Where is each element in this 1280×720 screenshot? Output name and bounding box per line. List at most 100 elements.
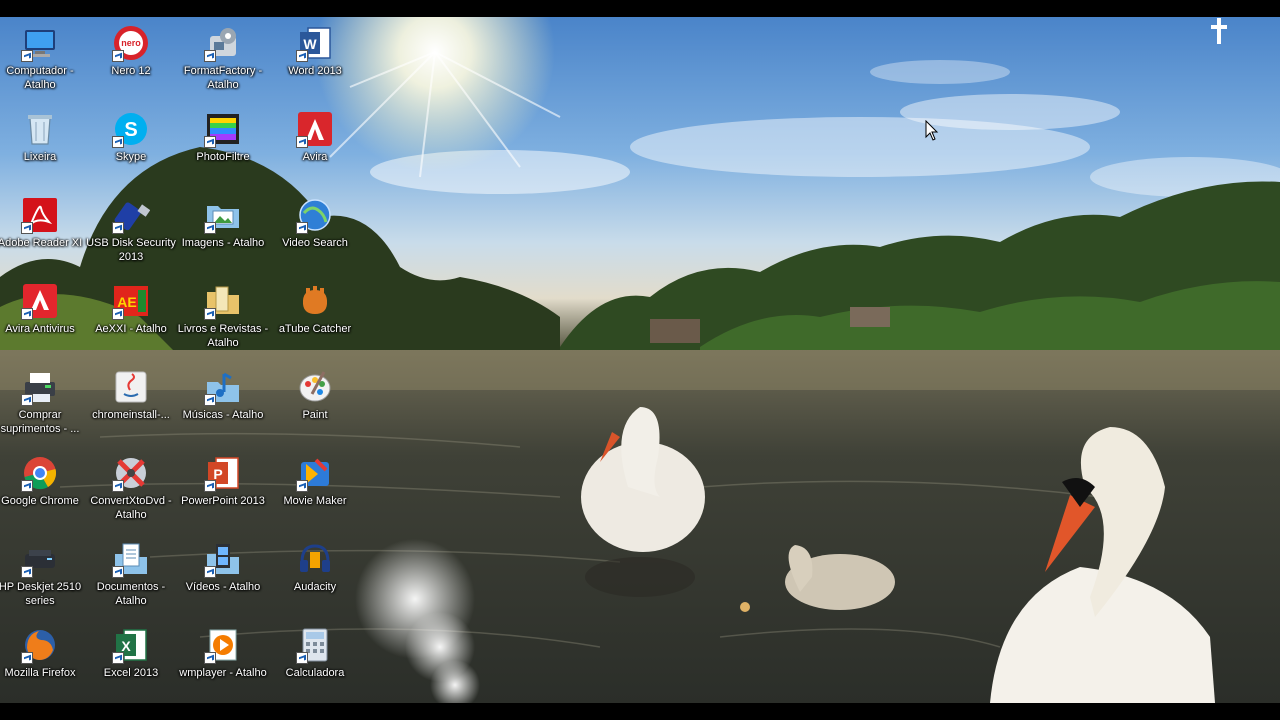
- recycle-bin-icon: [21, 110, 59, 148]
- desktop-icon-formatfactory[interactable]: FormatFactory - Atalho: [177, 24, 269, 92]
- folder-icon: [204, 282, 242, 320]
- desktop-icon-avira[interactable]: Avira: [269, 110, 361, 164]
- desktop-icon-label: Imagens - Atalho: [181, 237, 265, 249]
- desktop[interactable]: Computador - Atalho nero Nero 12 FormatF…: [0, 17, 1280, 703]
- desktop-icon-musicas[interactable]: Músicas - Atalho: [177, 368, 269, 422]
- desktop-icon-label: Comprar suprimentos - ...: [0, 409, 80, 435]
- svg-text:nero: nero: [121, 38, 141, 48]
- desktop-icon-aexxi[interactable]: AE AeXXI - Atalho: [85, 282, 177, 336]
- wmplayer-icon: [204, 626, 242, 664]
- svg-text:S: S: [124, 119, 137, 141]
- excel-icon: X: [112, 626, 150, 664]
- desktop-icon-label: USB Disk Security 2013: [86, 237, 176, 263]
- nero-icon: nero: [112, 24, 150, 62]
- convertxtodvd-icon: [112, 454, 150, 492]
- desktop-icon-label: Mozilla Firefox: [4, 667, 76, 679]
- videos-folder-icon: [204, 540, 242, 578]
- desktop-icon-excel[interactable]: X Excel 2013: [85, 626, 177, 680]
- desktop-icon-label: aTube Catcher: [278, 323, 352, 335]
- printer-icon: [21, 540, 59, 578]
- desktop-icon-paint[interactable]: Paint: [269, 368, 361, 422]
- desktop-icon-documentos[interactable]: Documentos - Atalho: [85, 540, 177, 608]
- desktop-icon-computador[interactable]: Computador - Atalho: [0, 24, 86, 92]
- desktop-icon-label: Google Chrome: [1, 495, 79, 507]
- desktop-icon-label: Avira: [302, 151, 328, 163]
- formatfactory-icon: [204, 24, 242, 62]
- desktop-icon-hp-deskjet[interactable]: HP Deskjet 2510 series: [0, 540, 86, 608]
- atube-catcher-icon: [296, 282, 334, 320]
- desktop-icon-photofiltre[interactable]: PhotoFiltre: [177, 110, 269, 164]
- desktop-icon-label: PhotoFiltre: [196, 151, 250, 163]
- music-folder-icon: [204, 368, 242, 406]
- desktop-icon-label: AeXXI - Atalho: [95, 323, 167, 335]
- desktop-icon-label: Adobe Reader XI: [0, 237, 83, 249]
- desktop-icon-video-search[interactable]: Video Search: [269, 196, 361, 250]
- desktop-icon-mozilla-firefox[interactable]: Mozilla Firefox: [0, 626, 86, 680]
- desktop-icon-lixeira[interactable]: Lixeira: [0, 110, 86, 164]
- desktop-icon-label: ConvertXtoDvd - Atalho: [90, 495, 172, 521]
- desktop-icon-chromeinstall[interactable]: chromeinstall-...: [85, 368, 177, 422]
- desktop-icon-label: Computador - Atalho: [6, 65, 74, 91]
- desktop-icon-videos[interactable]: Vídeos - Atalho: [177, 540, 269, 594]
- desktop-icon-audacity[interactable]: Audacity: [269, 540, 361, 594]
- desktop-icon-label: wmplayer - Atalho: [179, 667, 267, 679]
- desktop-icon-movie-maker[interactable]: Movie Maker: [269, 454, 361, 508]
- movie-maker-icon: [296, 454, 334, 492]
- desktop-icon-label: Video Search: [282, 237, 348, 249]
- desktop-icon-label: Documentos - Atalho: [96, 581, 166, 607]
- desktop-icon-comprar-suprimentos[interactable]: Comprar suprimentos - ...: [0, 368, 86, 436]
- desktop-icon-nero[interactable]: nero Nero 12: [85, 24, 177, 78]
- powerpoint-icon: P: [204, 454, 242, 492]
- avira-icon: [296, 110, 334, 148]
- desktop-icon-label: Paint: [302, 409, 328, 421]
- desktop-icon-calculadora[interactable]: Calculadora: [269, 626, 361, 680]
- audacity-icon: [296, 540, 334, 578]
- calculator-icon: [296, 626, 334, 664]
- adobe-reader-icon: [21, 196, 59, 234]
- computer-icon: [21, 24, 59, 62]
- desktop-icon-skype[interactable]: S Skype: [85, 110, 177, 164]
- desktop-icon-label: Livros e Revistas - Atalho: [177, 323, 269, 349]
- images-folder-icon: [204, 196, 242, 234]
- chrome-icon: [21, 454, 59, 492]
- desktop-icon-label: PowerPoint 2013: [181, 495, 265, 507]
- desktop-icon-label: Audacity: [293, 581, 337, 593]
- desktop-icon-label: Músicas - Atalho: [182, 409, 264, 421]
- desktop-icon-label: Excel 2013: [103, 667, 159, 679]
- desktop-icon-label: Skype: [115, 151, 147, 163]
- desktop-icon-word[interactable]: W Word 2013: [269, 24, 361, 78]
- desktop-icon-google-chrome[interactable]: Google Chrome: [0, 454, 86, 508]
- desktop-icon-adobe-reader[interactable]: Adobe Reader XI: [0, 196, 86, 250]
- desktop-icon-usb-disk-security[interactable]: USB Disk Security 2013: [85, 196, 177, 264]
- desktop-icon-label: Avira Antivirus: [5, 323, 75, 335]
- desktop-icon-label: Word 2013: [288, 65, 342, 77]
- skype-icon: S: [112, 110, 150, 148]
- desktop-icon-livros-revistas[interactable]: Livros e Revistas - Atalho: [177, 282, 269, 350]
- usb-disk-security-icon: [112, 196, 150, 234]
- desktop-icon-wmplayer[interactable]: wmplayer - Atalho: [177, 626, 269, 680]
- paint-icon: [296, 368, 334, 406]
- desktop-icon-label: Vídeos - Atalho: [185, 581, 261, 593]
- desktop-icon-label: HP Deskjet 2510 series: [0, 581, 82, 607]
- desktop-icon-powerpoint[interactable]: P PowerPoint 2013: [177, 454, 269, 508]
- printer-supplies-icon: [21, 368, 59, 406]
- top-letterbox: [0, 0, 1280, 17]
- documents-folder-icon: [112, 540, 150, 578]
- desktop-icon-convertxtodvd[interactable]: ConvertXtoDvd - Atalho: [85, 454, 177, 522]
- firefox-icon: [21, 626, 59, 664]
- desktop-icon-avira-antivirus[interactable]: Avira Antivirus: [0, 282, 86, 336]
- aexxi-icon: AE: [112, 282, 150, 320]
- desktop-icon-label: chromeinstall-...: [92, 409, 170, 421]
- desktop-icon-imagens[interactable]: Imagens - Atalho: [177, 196, 269, 250]
- bottom-letterbox: [0, 703, 1280, 720]
- photofiltre-icon: [204, 110, 242, 148]
- video-search-icon: [296, 196, 334, 234]
- desktop-icon-label: Lixeira: [23, 151, 57, 163]
- desktop-icon-atube-catcher[interactable]: aTube Catcher: [269, 282, 361, 336]
- mouse-cursor-icon: [925, 120, 939, 141]
- desktop-icon-label: Movie Maker: [283, 495, 347, 507]
- desktop-icon-label: FormatFactory - Atalho: [183, 65, 263, 91]
- avira-antivirus-icon: [21, 282, 59, 320]
- desktop-icon-label: Calculadora: [285, 667, 345, 679]
- cross-icon: [1211, 18, 1227, 44]
